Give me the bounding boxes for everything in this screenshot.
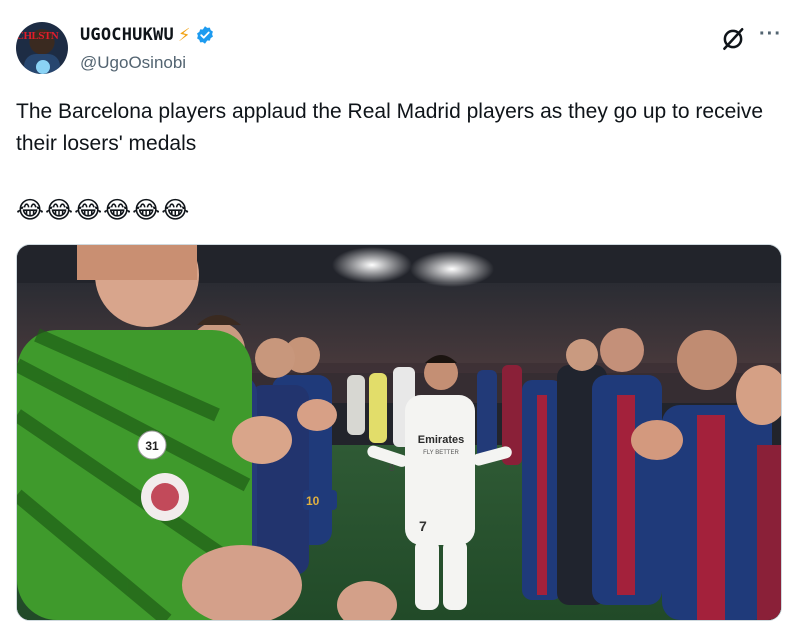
shirt-number-center: 8 (389, 463, 395, 474)
avatar-logo (36, 60, 50, 74)
shirt-number-left: 10 (306, 494, 320, 508)
tweet-header: CHLSTN UGOCHUKWU ⚡ @UgoOsinobi ··· (16, 20, 784, 80)
more-options-button[interactable]: ··· (759, 24, 782, 44)
jersey-sponsor: Emirates (418, 434, 464, 446)
name-row: UGOCHUKWU ⚡ (80, 25, 215, 45)
user-handle[interactable]: @UgoOsinobi (80, 53, 186, 73)
name-emoji: ⚡ (177, 25, 191, 45)
avatar-text: CHLSTN (16, 30, 59, 42)
display-name[interactable]: UGOCHUKWU (80, 25, 174, 45)
floodlight-right (410, 251, 494, 287)
shirt-number-front: 7 (419, 518, 427, 534)
media-scene: Emirates FLY BETTER 7 8 10 31 (17, 245, 781, 620)
tweet-emojis: 😂😂😂😂😂😂 (16, 197, 191, 224)
verified-badge-icon (196, 26, 213, 44)
tweet-text: The Barcelona players applaud the Real M… (16, 100, 764, 155)
grok-icon[interactable] (720, 26, 746, 52)
jersey-sub: FLY BETTER (423, 450, 459, 456)
floodlight-left (332, 247, 412, 283)
tweet-media-image[interactable]: Emirates FLY BETTER 7 8 10 31 (16, 244, 782, 621)
avatar[interactable]: CHLSTN (16, 22, 68, 74)
badge-number: 31 (145, 439, 159, 453)
